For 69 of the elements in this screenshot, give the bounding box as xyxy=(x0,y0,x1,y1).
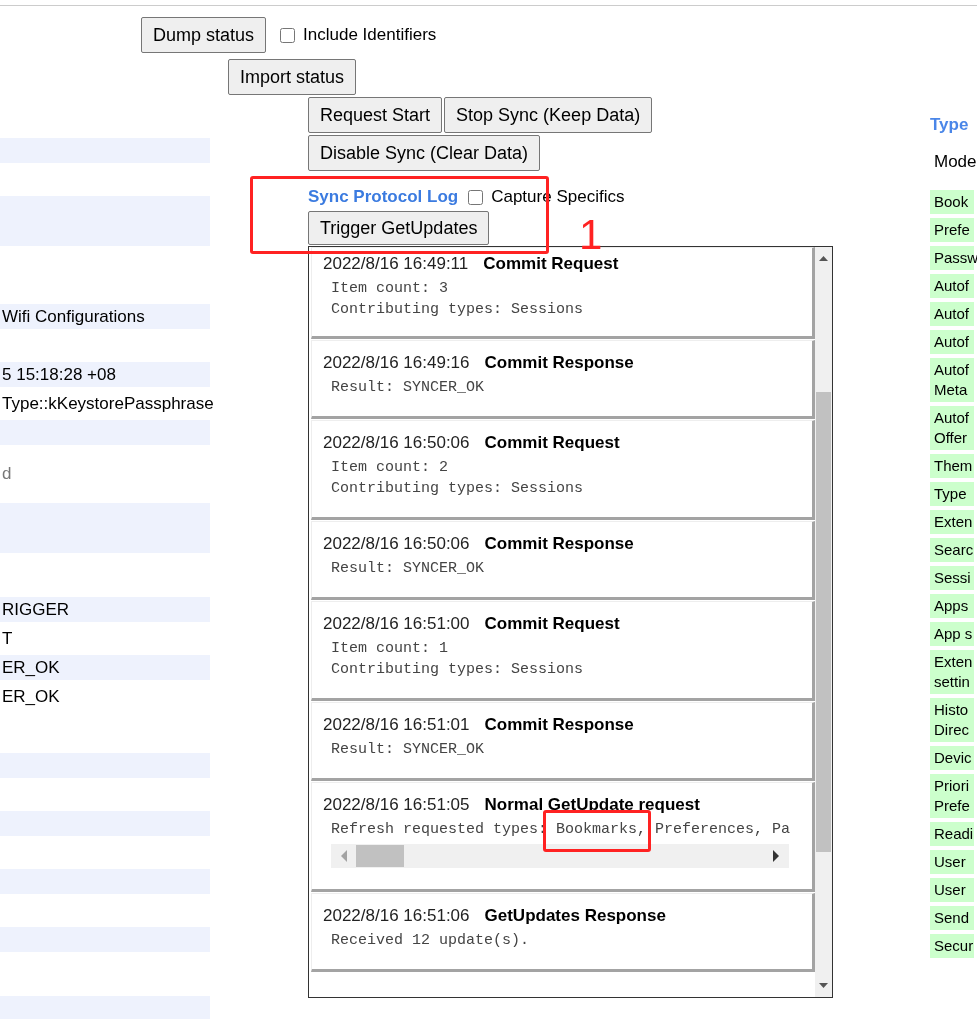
type-cell: Send xyxy=(930,906,974,930)
type-cell: Autof xyxy=(930,302,974,326)
section-link[interactable]: Sync Protocol Log xyxy=(308,187,459,207)
disable-sync-button[interactable]: Disable Sync (Clear Data) xyxy=(308,135,541,171)
table-cell-text: T xyxy=(1,628,13,649)
type-cell: User xyxy=(930,878,974,902)
type-cell: Exten xyxy=(930,510,974,534)
log-title: GetUpdates Response xyxy=(484,906,666,926)
table-cell-text: ER_OK xyxy=(1,686,60,707)
log-time: 2022/8/16 16:51:00 xyxy=(323,614,470,634)
log-detail: Refresh requested types: Bookmarks, Preferences, Pa xyxy=(331,821,792,840)
type-cell: Autof xyxy=(930,274,974,298)
type-cell: Type xyxy=(930,482,974,506)
log-title: Commit Response xyxy=(484,534,634,554)
stop-sync-button[interactable]: Stop Sync (Keep Data) xyxy=(444,97,653,133)
log-title: Commit Request xyxy=(484,433,620,453)
log-detail: Contributing types: Sessions xyxy=(331,301,585,320)
log-detail: Result: SYNCER_OK xyxy=(331,741,486,760)
type-cell: App s xyxy=(930,622,974,646)
table-cell-text: ER_OK xyxy=(1,657,60,678)
checkbox-label: Include Identifiers xyxy=(303,25,437,45)
type-cell: Secur xyxy=(930,934,974,958)
log-detail: Result: SYNCER_OK xyxy=(331,379,486,398)
type-cell: Readi xyxy=(930,822,974,846)
type-cell: Autof xyxy=(930,330,974,354)
type-cell: Devic xyxy=(930,746,974,770)
log-title: Commit Request xyxy=(484,614,620,634)
column-link[interactable]: Type xyxy=(930,115,977,135)
type-cell: Them xyxy=(930,454,974,478)
type-cell: Searc xyxy=(930,538,974,562)
type-cell: Prefe xyxy=(930,218,974,242)
log-detail: Received 12 update(s). xyxy=(331,932,531,951)
table-cell-text: d xyxy=(1,464,12,484)
log-detail: Contributing types: Sessions xyxy=(331,661,585,680)
log-detail: Item count: 2 xyxy=(331,459,450,478)
log-detail: Item count: 1 xyxy=(331,640,450,659)
table-cell-text: Type::kKeystorePassphrase xyxy=(1,393,214,414)
log-time: 2022/8/16 16:51:05 xyxy=(323,795,470,815)
type-cell: Histo Direc xyxy=(930,698,974,742)
type-cell: Autof Offer xyxy=(930,406,974,450)
log-time: 2022/8/16 16:50:06 xyxy=(323,534,470,554)
log-title: Commit Response xyxy=(484,353,634,373)
type-cell: Apps xyxy=(930,594,974,618)
request-start-button[interactable]: Request Start xyxy=(308,97,443,133)
type-cell: User xyxy=(930,850,974,874)
import-status-button[interactable]: Import status xyxy=(228,59,357,95)
type-cell: Book xyxy=(930,190,974,214)
dump-status-button[interactable]: Dump status xyxy=(141,17,267,53)
log-time: 2022/8/16 16:51:01 xyxy=(323,715,470,735)
table-cell-text: RIGGER xyxy=(1,599,70,620)
type-cell: Sessi xyxy=(930,566,974,590)
log-detail: Contributing types: Sessions xyxy=(331,480,585,499)
type-cell: Autof Meta xyxy=(930,358,974,402)
log-title: Normal GetUpdate request xyxy=(484,795,700,815)
column-header: Mode xyxy=(933,152,977,173)
log-title: Commit Response xyxy=(484,715,634,735)
log-time: 2022/8/16 16:49:11 xyxy=(323,254,469,274)
log-time: 2022/8/16 16:51:06 xyxy=(323,906,470,926)
table-cell-text: 5 15:18:28 +08 xyxy=(1,364,116,385)
annotation-label: 1 xyxy=(579,214,603,256)
trigger-getupdates-button[interactable]: Trigger GetUpdates xyxy=(308,211,490,245)
type-cell: Priori Prefe xyxy=(930,774,974,818)
log-detail: Result: SYNCER_OK xyxy=(331,560,486,579)
type-cell: Exten settin xyxy=(930,650,974,694)
log-time: 2022/8/16 16:49:16 xyxy=(323,353,470,373)
table-cell-text: Wifi Configurations xyxy=(1,306,145,327)
log-title: Commit Request xyxy=(483,254,619,274)
log-time: 2022/8/16 16:50:06 xyxy=(323,433,470,453)
log-detail: Item count: 3 xyxy=(331,280,450,299)
